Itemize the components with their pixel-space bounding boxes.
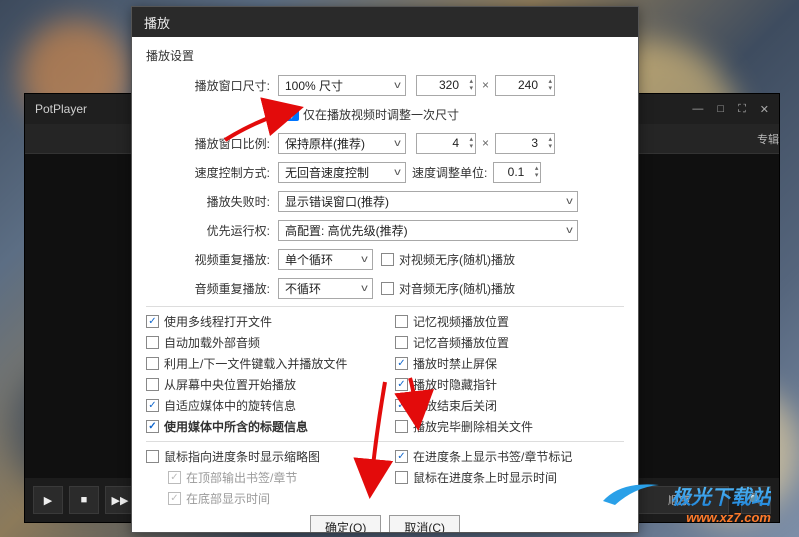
label-window-ratio: 播放窗口比例: [146,135,278,152]
check-center-start-label: 从屏幕中央位置开始播放 [164,376,296,393]
cancel-button[interactable]: 取消(C) [389,515,460,532]
ok-button[interactable]: 确定(O) [310,515,381,532]
search-icon[interactable]: 🔍 [741,486,771,514]
check-disable-screensaver-label: 播放时禁止屏保 [413,355,497,372]
check-auto-rotate-label: 自适应媒体中的旋转信息 [164,397,296,414]
select-audio-loop[interactable]: 不循环 [278,278,373,299]
select-window-size[interactable]: 100% 尺寸 [278,75,406,96]
check-show-marks[interactable] [395,450,408,463]
label-speed-unit: 速度调整单位: [412,164,487,181]
max-button[interactable]: □ [717,103,724,116]
select-priority[interactable]: 高配置: 高优先级(推荐) [278,220,578,241]
check-use-title[interactable] [146,420,159,433]
stop-button[interactable]: ■ [69,486,99,514]
check-show-marks-label: 在进度条上显示书签/章节标记 [413,448,572,465]
multiply-icon: × [482,136,489,150]
select-speed-mode[interactable]: 无回音速度控制 [278,162,406,183]
check-prevnext-load-label: 利用上/下一文件键载入并播放文件 [164,355,347,372]
select-on-fail[interactable]: 显示错误窗口(推荐) [278,191,578,212]
check-remember-video-pos[interactable] [395,315,408,328]
check-remember-audio-pos-label: 记忆音频播放位置 [413,334,509,351]
check-top-bookmark [168,471,181,484]
spin-speed-unit[interactable]: 0.1 [493,162,541,183]
check-audio-shuffle[interactable] [381,282,394,295]
label-window-size: 播放窗口尺寸: [146,77,278,94]
check-hover-time-label: 鼠标在进度条上时显示时间 [413,469,557,486]
check-remember-video-pos-label: 记忆视频播放位置 [413,313,509,330]
check-resize-once[interactable] [286,108,299,121]
check-close-after[interactable] [395,399,408,412]
check-hide-cursor-label: 播放时隐藏指针 [413,376,497,393]
min-button[interactable]: — [692,103,703,116]
multiply-icon: × [482,78,489,92]
check-remember-audio-pos[interactable] [395,336,408,349]
check-multithread-label: 使用多线程打开文件 [164,313,272,330]
check-video-shuffle[interactable] [381,253,394,266]
label-speed-mode: 速度控制方式: [146,164,278,181]
play-order-select[interactable]: 顺序 [629,486,729,514]
label-audio-loop: 音频重复播放: [146,280,278,297]
section-title: 播放设置 [146,47,624,64]
check-center-start[interactable] [146,378,159,391]
check-prevnext-load[interactable] [146,357,159,370]
check-audio-shuffle-label: 对音频无序(随机)播放 [399,280,515,297]
check-resize-once-label: 仅在播放视频时调整一次尺寸 [303,106,459,123]
spin-height[interactable]: 240 [495,75,555,96]
play-button[interactable]: ▶ [33,486,63,514]
check-hide-cursor[interactable] [395,378,408,391]
check-disable-screensaver[interactable] [395,357,408,370]
label-on-fail: 播放失败时: [146,193,278,210]
check-auto-rotate[interactable] [146,399,159,412]
check-delete-after[interactable] [395,420,408,433]
dialog-title: 播放 [132,7,638,37]
check-hover-thumb-label: 鼠标指向进度条时显示缩略图 [164,448,320,465]
check-delete-after-label: 播放完毕删除相关文件 [413,418,533,435]
check-autoload-audio[interactable] [146,336,159,349]
check-close-after-label: 播放结束后关闭 [413,397,497,414]
close-button[interactable]: ✕ [760,103,769,116]
check-video-shuffle-label: 对视频无序(随机)播放 [399,251,515,268]
spin-ratio-a[interactable]: 4 [416,133,476,154]
check-top-bookmark-label: 在顶部输出书签/章节 [186,469,297,486]
check-autoload-audio-label: 自动加载外部音频 [164,334,260,351]
select-window-ratio[interactable]: 保持原样(推荐) [278,133,406,154]
settings-dialog: 播放 播放设置 播放窗口尺寸: 100% 尺寸 320 × 240 仅在播放视频… [131,6,639,533]
check-multithread[interactable] [146,315,159,328]
fullscreen-button[interactable]: ⛶ [738,103,746,116]
label-priority: 优先运行权: [146,222,278,239]
spin-width[interactable]: 320 [416,75,476,96]
tab-album[interactable]: 专辑 [757,131,779,147]
check-use-title-label: 使用媒体中所含的标题信息 [164,418,308,435]
spin-ratio-b[interactable]: 3 [495,133,555,154]
check-hover-thumb[interactable] [146,450,159,463]
select-video-loop[interactable]: 单个循环 [278,249,373,270]
label-video-loop: 视频重复播放: [146,251,278,268]
check-hover-time[interactable] [395,471,408,484]
check-bottom-time-label: 在底部显示时间 [186,490,270,507]
check-bottom-time [168,492,181,505]
potplayer-title: PotPlayer [35,102,87,116]
